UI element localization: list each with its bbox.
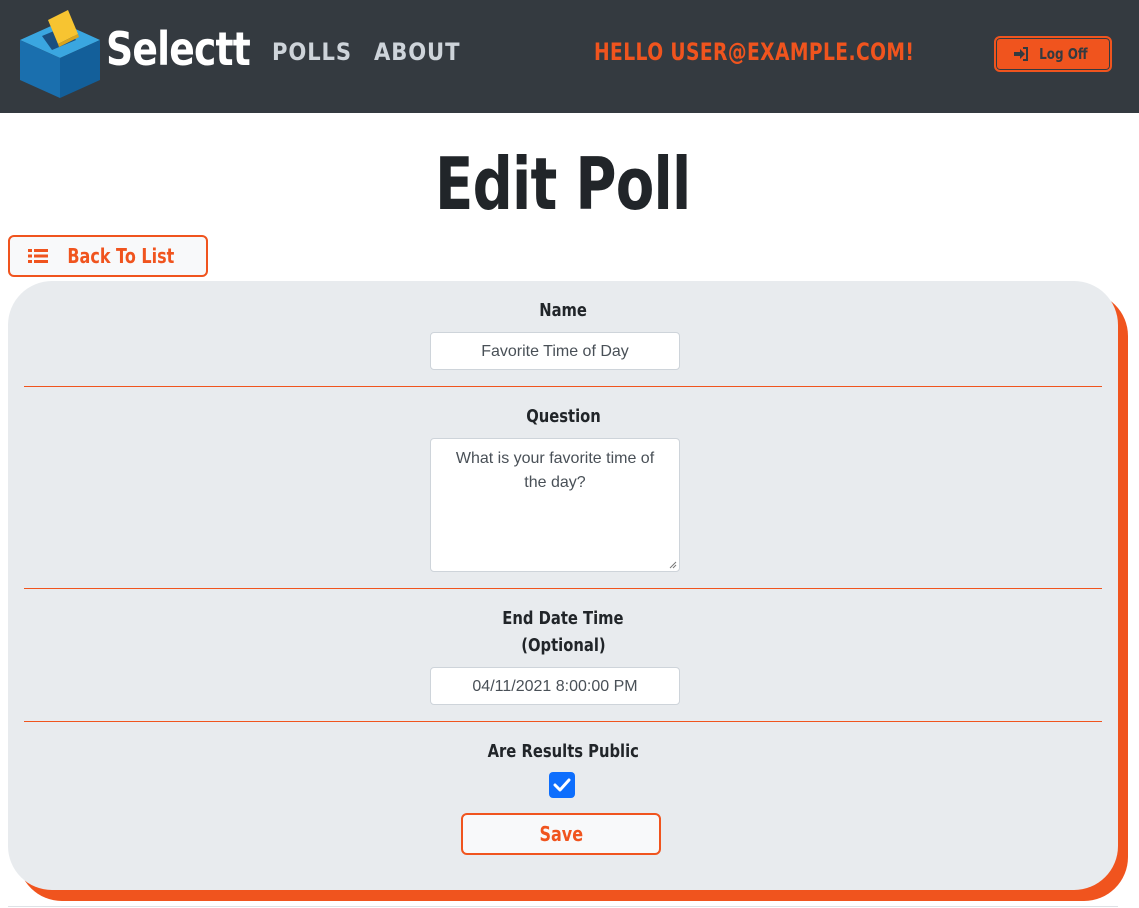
log-off-label: Log Off [1038,45,1088,63]
question-label: Question [525,406,601,427]
end-date-input[interactable]: 04/11/2021 8:00:00 PM [430,667,680,705]
nav-link-about[interactable]: ABOUT [374,38,460,66]
back-to-list-button[interactable]: Back To List [8,235,208,277]
page-title: Edit Poll [435,142,691,226]
brand-name[interactable]: Selectt [106,22,251,76]
question-textarea[interactable]: What is your favorite time of the day? [430,438,680,572]
list-icon [28,249,49,263]
end-date-sublabel: (Optional) [520,635,606,656]
ballot-box-logo-icon[interactable] [14,10,102,100]
name-label-section: Name [24,297,1102,324]
back-to-list-label: Back To List [67,244,175,268]
name-label: Name [539,300,587,321]
nav-link-polls[interactable]: POLLS [272,38,352,66]
results-public-label: Are Results Public [487,741,639,762]
results-public-checkbox[interactable] [549,772,575,798]
save-button[interactable]: Save [461,813,661,855]
navbar: Selectt POLLS ABOUT HELLO USER@EXAMPLE.C… [0,0,1139,113]
resize-grip-icon[interactable] [669,561,677,569]
log-off-button[interactable]: Log Off [994,36,1112,72]
divider [24,386,1102,387]
sign-in-icon [1013,47,1028,61]
footer-divider [8,906,1118,907]
name-input[interactable]: Favorite Time of Day [430,332,680,370]
checkmark-icon [553,778,571,792]
end-date-label-section: End Date Time (Optional) [24,605,1102,659]
end-date-label: End Date Time [502,608,624,629]
question-label-section: Question [24,403,1102,430]
question-text: What is your favorite time of the day? [455,450,655,491]
edit-poll-form: Name Favorite Time of Day Question What … [8,281,1118,890]
results-public-label-section: Are Results Public [24,738,1102,765]
divider [24,721,1102,722]
divider [24,588,1102,589]
user-greeting[interactable]: HELLO USER@EXAMPLE.COM! [594,38,914,66]
